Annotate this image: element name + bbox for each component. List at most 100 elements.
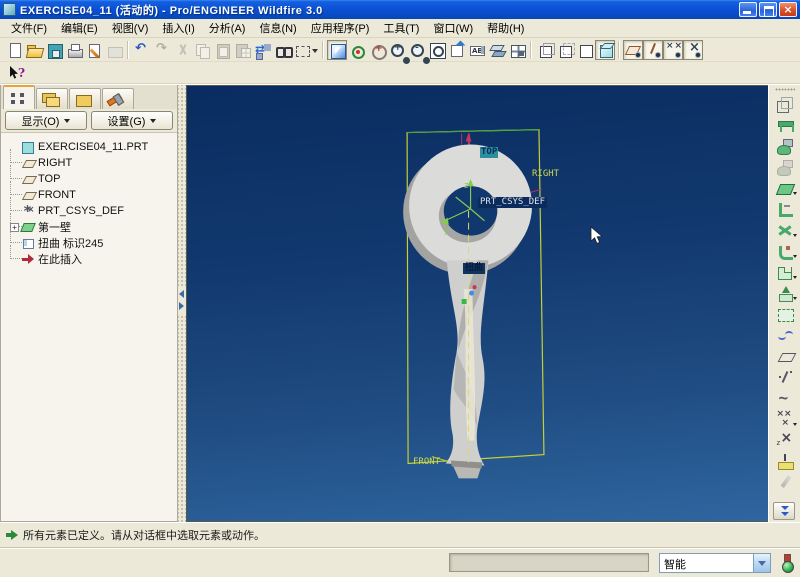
save-file-button[interactable] (44, 40, 64, 60)
tree-item[interactable]: RIGHT (5, 155, 177, 171)
print-button[interactable] (64, 40, 84, 60)
sash-collapse-arrows[interactable] (178, 286, 186, 316)
y-axis-label: y (444, 226, 450, 236)
tab-favorites[interactable] (69, 88, 101, 109)
find-button[interactable] (272, 40, 292, 60)
favorites-icon (70, 89, 100, 109)
twist-feature-label[interactable]: 扭曲 (463, 263, 485, 274)
panel-sash[interactable] (178, 85, 186, 522)
datum-label-top[interactable]: TOP (480, 147, 498, 158)
menu-item[interactable]: 应用程序(P) (304, 18, 377, 38)
datum-label-front[interactable]: FRONT (413, 457, 440, 468)
tab-folder-browser[interactable] (36, 88, 68, 109)
dropdown-caret-icon[interactable] (793, 234, 797, 237)
tree-item[interactable]: 第一壁 (5, 219, 177, 235)
spin-center-button[interactable] (367, 40, 387, 60)
minimize-button[interactable] (739, 2, 757, 17)
menu-item[interactable]: 编辑(E) (54, 18, 105, 38)
select-box-button[interactable] (292, 40, 312, 60)
datum-axes-toggle-button[interactable] (643, 40, 663, 60)
menu-item[interactable]: 窗口(W) (426, 18, 480, 38)
corner-relief-tool-button[interactable] (773, 262, 797, 282)
curve-tool-button[interactable] (773, 388, 797, 408)
wireframe-button[interactable] (535, 40, 555, 60)
menu-item[interactable]: 文件(F) (4, 18, 54, 38)
style-tool-button[interactable] (773, 325, 797, 345)
datum-label-right[interactable]: RIGHT (532, 169, 559, 180)
selection-status-box (449, 553, 649, 572)
tab-connections[interactable] (102, 88, 134, 109)
view-manager-button[interactable] (507, 40, 527, 60)
csys-toggle-button[interactable] (683, 40, 703, 60)
toolbar-scroll-down-button[interactable] (773, 502, 795, 520)
menu-item[interactable]: 插入(I) (155, 18, 201, 38)
status-message: 所有元素已定义。请从对话框中选取元素或动作。 (23, 527, 265, 543)
punch-form-tool-button[interactable] (773, 283, 797, 303)
reorient-view-button[interactable] (447, 40, 467, 60)
tree-settings-button[interactable]: 设置(G) (91, 111, 173, 130)
datum-point-tool-button[interactable] (773, 409, 797, 429)
saved-view-list-button[interactable] (467, 40, 487, 60)
close-button[interactable]: × (779, 2, 797, 17)
zoom-out-button[interactable] (407, 40, 427, 60)
tree-item[interactable]: 扭曲 标识245 (5, 235, 177, 251)
sheetmetal-bench-button[interactable] (773, 115, 797, 135)
datum-points-toggle-button[interactable] (663, 40, 683, 60)
csys-label[interactable]: PRT_CSYS_DEF (478, 197, 547, 208)
unbend-tool-button[interactable] (773, 220, 797, 240)
orient-center-button[interactable] (347, 40, 367, 60)
flat-pattern-tool-button[interactable] (773, 304, 797, 324)
dropdown-caret-icon[interactable] (793, 297, 797, 300)
dropdown-caret-icon[interactable] (312, 49, 318, 53)
restore-button[interactable] (759, 2, 777, 17)
tree-item[interactable]: EXERCISE04_11.PRT (5, 139, 177, 155)
select-filter-button[interactable] (327, 40, 347, 60)
selection-filter-combo[interactable]: 智能 (659, 553, 771, 573)
tree-show-button[interactable]: 显示(O) (5, 111, 87, 130)
menu-item[interactable]: 分析(A) (202, 18, 253, 38)
flange-tool-button[interactable] (773, 199, 797, 219)
status-arrow-icon (6, 530, 18, 540)
app-window: EXERCISE04_11 (活动的) - Pro/ENGINEER Wildf… (0, 0, 800, 577)
menu-item[interactable]: 工具(T) (376, 18, 426, 38)
hidden-line-button[interactable] (555, 40, 575, 60)
flat-wall-tool-button[interactable] (773, 178, 797, 198)
new-file-button[interactable] (4, 40, 24, 60)
tree-item[interactable]: 在此插入 (5, 251, 177, 267)
combo-dropdown-button[interactable] (753, 554, 770, 572)
refit-button[interactable] (427, 40, 447, 60)
regenerate-button[interactable] (252, 40, 272, 60)
zoom-in-button[interactable] (387, 40, 407, 60)
bend-tool-button[interactable] (773, 241, 797, 261)
dropdown-caret-icon[interactable] (793, 255, 797, 258)
titlebar: EXERCISE04_11 (活动的) - Pro/ENGINEER Wildf… (0, 0, 800, 19)
dropdown-caret-icon[interactable] (793, 276, 797, 279)
layers-button[interactable] (487, 40, 507, 60)
datum-axis-tool-button[interactable] (773, 367, 797, 387)
shaded-button[interactable] (595, 40, 615, 60)
menu-item[interactable]: 帮助(H) (480, 18, 531, 38)
export-button[interactable] (84, 40, 104, 60)
open-folder-icon (25, 41, 43, 59)
menu-item[interactable]: 信息(N) (252, 18, 303, 38)
redo-icon (153, 41, 171, 59)
tree-item[interactable]: TOP (5, 171, 177, 187)
undo-button[interactable] (132, 40, 152, 60)
dropdown-caret-icon[interactable] (793, 423, 797, 426)
analysis-tool-button[interactable] (773, 451, 797, 471)
open-file-button[interactable] (24, 40, 44, 60)
datum-plane-tool-button[interactable] (773, 346, 797, 366)
graphics-viewport[interactable]: z y TOP RIGHT PRT_CSYS_DEF 扭曲 FRONT (186, 85, 768, 522)
view-style-button[interactable] (773, 94, 797, 114)
datum-planes-toggle-button[interactable] (623, 40, 643, 60)
dropdown-caret-icon[interactable] (793, 192, 797, 195)
csys-tool-button[interactable] (773, 430, 797, 450)
no-hidden-button[interactable] (575, 40, 595, 60)
datum-point-toggle-icon (664, 41, 682, 59)
tab-model-tree[interactable] (3, 85, 35, 109)
wall-tool-button[interactable] (773, 136, 797, 156)
toolbar-grip[interactable] (775, 88, 795, 91)
tree-item[interactable]: PRT_CSYS_DEF (5, 203, 177, 219)
menu-item[interactable]: 视图(V) (105, 18, 156, 38)
context-help-button[interactable]: ? (6, 64, 30, 82)
